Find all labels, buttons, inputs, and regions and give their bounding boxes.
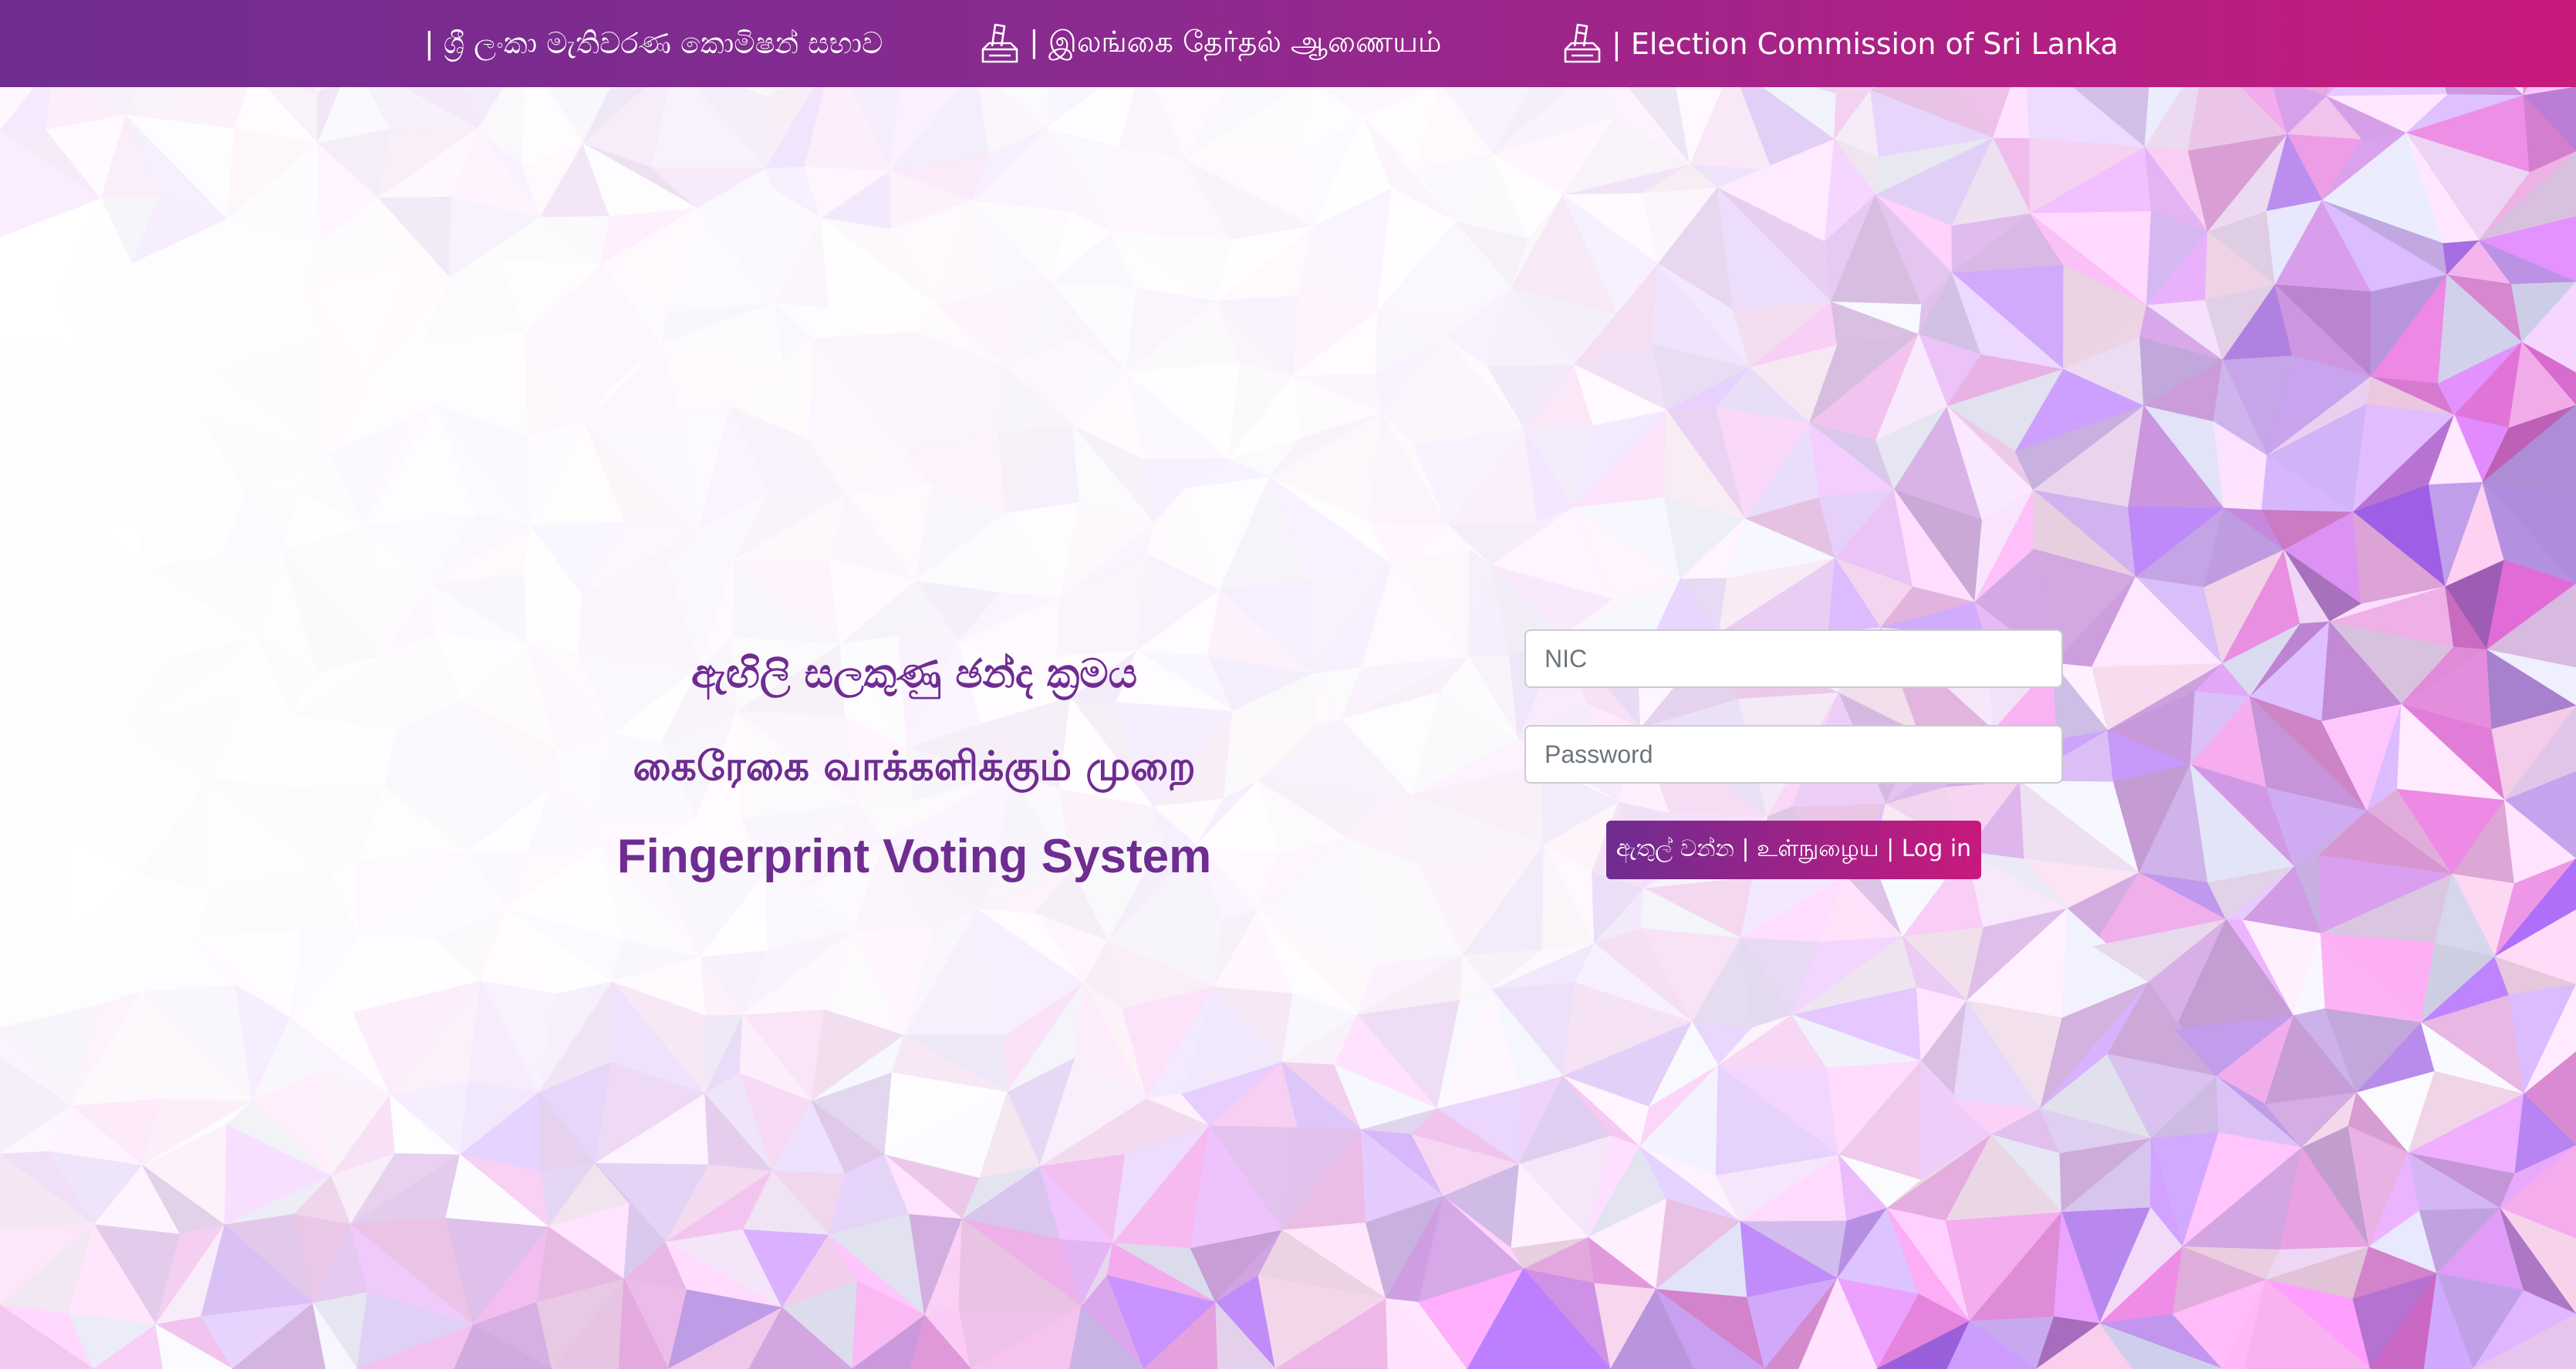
header-label-sinhala: | ශ්‍රී ලංකා මැතිවරණ කොමිෂන් සභාව [424, 26, 883, 60]
header-bar: | ශ්‍රී ලංකා මැතිවරණ කොමිෂන් සභාව | இலங்… [0, 0, 2576, 87]
header-label-english: | Election Commission of Sri Lanka [1612, 26, 2119, 61]
ballot-box-icon [1564, 23, 1601, 62]
nic-input[interactable] [1524, 629, 2063, 688]
title-tamil: கைரேகை வாக்களிக்கும் முறை [633, 744, 1196, 790]
title-english: Fingerprint Voting System [616, 830, 1212, 883]
header-item-english: | Election Commission of Sri Lanka [1561, 0, 2119, 87]
header-item-tamil: | இலங்கை தேர்தல் ஆணையம் [978, 0, 1442, 87]
login-button[interactable]: ඇතුල් වන්න | உள்நுழைய | Log in [1606, 821, 1981, 879]
ballot-box-icon [981, 23, 1018, 62]
login-form: ඇතුල් වන්න | உள்நுழைய | Log in [1524, 629, 2063, 879]
header-item-sinhala: | ශ්‍රී ලංකා මැතිවරණ කොමිෂන් සභාව [424, 0, 883, 87]
system-titles: ඇඟිලි සලකුණු ඡන්ද ක්‍රමය கைரேகை வாக்களிக… [494, 648, 1335, 881]
header-label-tamil: | இலங்கை தேர்தல் ஆணையம் [1029, 24, 1442, 59]
title-sinhala: ඇඟිලි සලකුණු ඡන්ද ක්‍රමය [690, 651, 1138, 697]
password-input[interactable] [1524, 725, 2063, 784]
